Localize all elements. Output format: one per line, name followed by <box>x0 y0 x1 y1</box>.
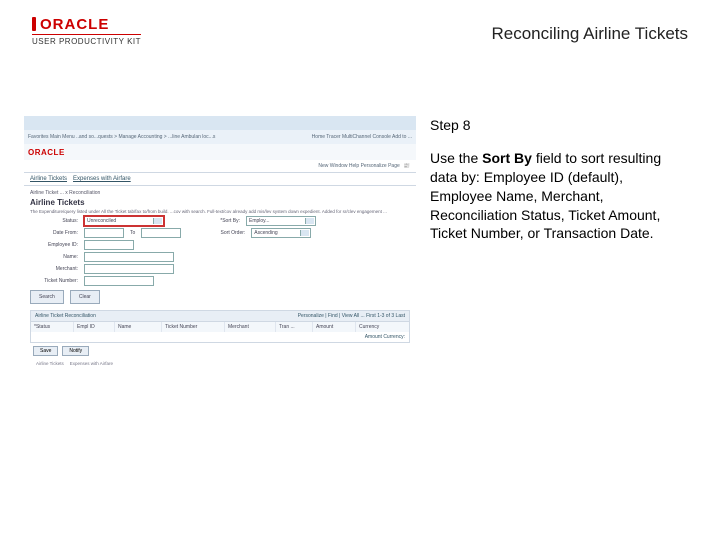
ss-sortorder-select[interactable]: Ascending <box>251 228 311 238</box>
ss-merch-label: Merchant: <box>30 266 78 272</box>
ss-footer-buttons: Save Notify <box>30 343 410 359</box>
instruction-body: Use the Sort By field to sort resulting … <box>430 149 688 243</box>
ss-sortorder-label: Sort Order: <box>201 230 245 236</box>
ss-ticket-input[interactable] <box>84 276 154 286</box>
ss-description: The Expenditure/query listed under All t… <box>30 209 410 214</box>
ss-window-chrome <box>24 116 416 130</box>
ss-tab-airline[interactable]: Airline Tickets <box>30 176 67 182</box>
ss-col-ticket: Ticket Number <box>162 322 225 332</box>
ss-logo-row: ORACLE <box>24 144 416 160</box>
ss-clear-button[interactable]: Clear <box>70 290 100 304</box>
ss-results-section: Airline Ticket Reconciliation Personaliz… <box>30 310 410 343</box>
instr-pre: Use the <box>430 150 482 166</box>
ss-heading: Airline Tickets <box>30 198 410 207</box>
ss-footer-links: Airline Tickets Expenses with Airfare <box>30 359 410 368</box>
step-label: Step 8 <box>430 116 688 135</box>
ss-ticket-label: Ticket Number: <box>30 278 78 284</box>
ss-section-title: Airline Ticket Reconciliation <box>35 313 96 319</box>
ss-emp-label: Employee ID: <box>30 242 78 248</box>
ss-col-currency: Currency <box>356 322 409 332</box>
ss-breadcrumb-right: Home Tracer MultiChannel Console Add to … <box>312 134 412 140</box>
logo-subtitle: USER PRODUCTIVITY KIT <box>32 34 141 46</box>
ss-datefrom-label: Date From: <box>30 230 78 236</box>
ss-sortby-label: *Sort By: <box>200 218 240 224</box>
ss-breadcrumb-left: Favorites Main Menu ..and so...quests > … <box>28 134 215 140</box>
ss-breadcrumb: Favorites Main Menu ..and so...quests > … <box>24 130 416 144</box>
ss-save-button[interactable]: Save <box>33 346 58 356</box>
ss-dateto-input[interactable] <box>141 228 181 238</box>
ss-footer-link-a[interactable]: Airline Tickets <box>36 361 64 366</box>
ss-name-label: Name: <box>30 254 78 260</box>
instr-bold: Sort By <box>482 150 532 166</box>
ss-col-amount: Amount <box>313 322 356 332</box>
ss-status-select[interactable]: Unreconciled <box>84 216 164 226</box>
ss-merch-input[interactable] <box>84 264 174 274</box>
ss-footer-link-b[interactable]: Expenses with Airfare <box>70 361 113 366</box>
embedded-screenshot: Favorites Main Menu ..and so...quests > … <box>24 116 416 328</box>
ss-datefrom-input[interactable] <box>84 228 124 238</box>
page-title: Reconciling Airline Tickets <box>491 24 688 44</box>
ss-col-empid: Empl ID <box>74 322 115 332</box>
ss-name-input[interactable] <box>84 252 174 262</box>
ss-form: Status: Unreconciled *Sort By: Employ...… <box>30 216 410 304</box>
ss-section-pager: Personalize | Find | View All ... First … <box>298 313 405 319</box>
ss-oracle-logo: ORACLE <box>28 148 65 157</box>
ss-toplink-text: New Window Help Personalize Page <box>318 163 399 169</box>
ss-subhead: Airline Ticket ... x Reconciliation <box>30 190 410 196</box>
ss-status-label: Status: <box>30 218 78 224</box>
ss-emp-input[interactable] <box>84 240 134 250</box>
oracle-logo: ORACLE <box>32 16 141 32</box>
ss-sortby-select[interactable]: Employ... <box>246 216 316 226</box>
ss-col-name: Name <box>115 322 162 332</box>
ss-help-icon: 📰 <box>404 163 410 169</box>
ss-col-merchant: Merchant <box>225 322 276 332</box>
oracle-text: ORACLE <box>40 16 109 33</box>
logo-block: ORACLE USER PRODUCTIVITY KIT <box>32 16 141 46</box>
ss-date-to-label: To <box>130 230 135 236</box>
ss-columns: *Status Empl ID Name Ticket Number Merch… <box>31 321 409 332</box>
ss-search-button[interactable]: Search <box>30 290 64 304</box>
ss-col-status: *Status <box>31 322 74 332</box>
ss-tab-row: Airline Tickets Expenses with Airfare <box>24 173 416 186</box>
ss-amount-currency: Amount Currency: <box>365 334 405 340</box>
ss-toplinks: New Window Help Personalize Page 📰 <box>24 160 416 173</box>
ss-tab-expenses[interactable]: Expenses with Airfare <box>73 176 131 182</box>
ss-notify-button[interactable]: Notify <box>62 346 89 356</box>
instruction-panel: Step 8 Use the Sort By field to sort res… <box>430 116 688 243</box>
ss-col-tran: Tran ... <box>276 322 313 332</box>
